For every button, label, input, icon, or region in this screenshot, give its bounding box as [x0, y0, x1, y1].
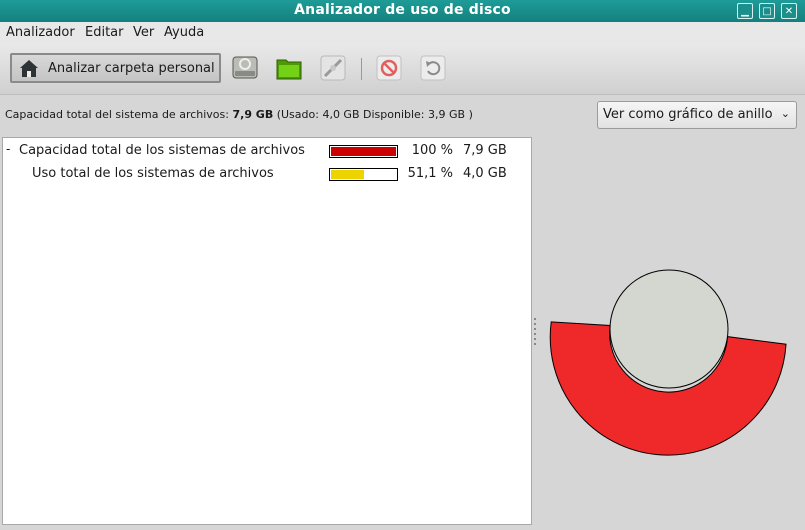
scan-folder-button[interactable]	[275, 54, 303, 82]
toolbar: Analizar carpeta personal	[0, 44, 805, 95]
ring-center[interactable]	[609, 269, 729, 389]
row-name: Uso total de los sistemas de archivos	[32, 166, 274, 181]
stop-icon	[376, 55, 402, 81]
row-size: 7,9 GB	[463, 143, 507, 158]
close-button[interactable]: ✕	[781, 3, 797, 19]
scan-folder-icon	[276, 59, 302, 80]
menu-bar: Analizador Editar Ver Ayuda	[0, 22, 805, 44]
stop-button[interactable]	[375, 54, 403, 82]
scan-home-button[interactable]: Analizar carpeta personal	[10, 53, 221, 83]
menu-analizador[interactable]: Analizador	[6, 25, 75, 40]
scan-filesystem-icon	[232, 56, 258, 79]
usage-bar-fill	[331, 170, 364, 179]
row-size: 4,0 GB	[463, 166, 507, 181]
scan-filesystem-button[interactable]	[231, 54, 259, 82]
scan-home-label: Analizar carpeta personal	[48, 61, 215, 76]
title-bar: Analizador de uso de disco ▁ □ ✕	[0, 0, 805, 22]
summary-total: 7,9 GB	[232, 108, 274, 121]
tree-row[interactable]: Uso total de los sistemas de archivos 51…	[3, 163, 531, 185]
summary-detail: (Usado: 4,0 GB Disponible: 3,9 GB )	[273, 108, 473, 121]
ring-chart[interactable]	[540, 137, 805, 530]
refresh-button[interactable]	[419, 54, 447, 82]
row-name: Capacidad total de los sistemas de archi…	[19, 143, 305, 158]
minimize-button[interactable]: ▁	[737, 3, 753, 19]
menu-ver[interactable]: Ver	[133, 25, 154, 40]
home-icon	[20, 60, 38, 77]
menu-ayuda[interactable]: Ayuda	[164, 25, 204, 40]
chevron-down-icon: ⌄	[780, 107, 790, 120]
usage-bar-fill	[331, 147, 396, 156]
row-percent: 51,1 %	[407, 166, 453, 181]
summary-prefix: Capacidad total del sistema de archivos:	[5, 108, 233, 121]
view-mode-selected: Ver como gráfico de anillo	[603, 107, 773, 122]
usage-bar	[329, 168, 398, 181]
filesystem-summary: Capacidad total del sistema de archivos:…	[5, 108, 473, 121]
pane-splitter-handle[interactable]	[534, 318, 537, 348]
maximize-button[interactable]: □	[759, 3, 775, 19]
view-mode-select[interactable]: Ver como gráfico de anillo ⌄	[597, 101, 797, 129]
refresh-icon	[420, 55, 446, 81]
window-title: Analizador de uso de disco	[294, 2, 511, 18]
usage-bar	[329, 145, 398, 158]
filesystem-tree[interactable]: - Capacidad total de los sistemas de arc…	[2, 137, 532, 525]
toolbar-separator	[361, 58, 362, 80]
tree-row[interactable]: - Capacidad total de los sistemas de arc…	[3, 140, 531, 162]
menu-editar[interactable]: Editar	[85, 25, 124, 40]
row-percent: 100 %	[411, 143, 453, 158]
expander-icon[interactable]: -	[6, 142, 10, 156]
scan-remote-button[interactable]	[319, 54, 347, 82]
scan-remote-icon	[320, 55, 346, 81]
